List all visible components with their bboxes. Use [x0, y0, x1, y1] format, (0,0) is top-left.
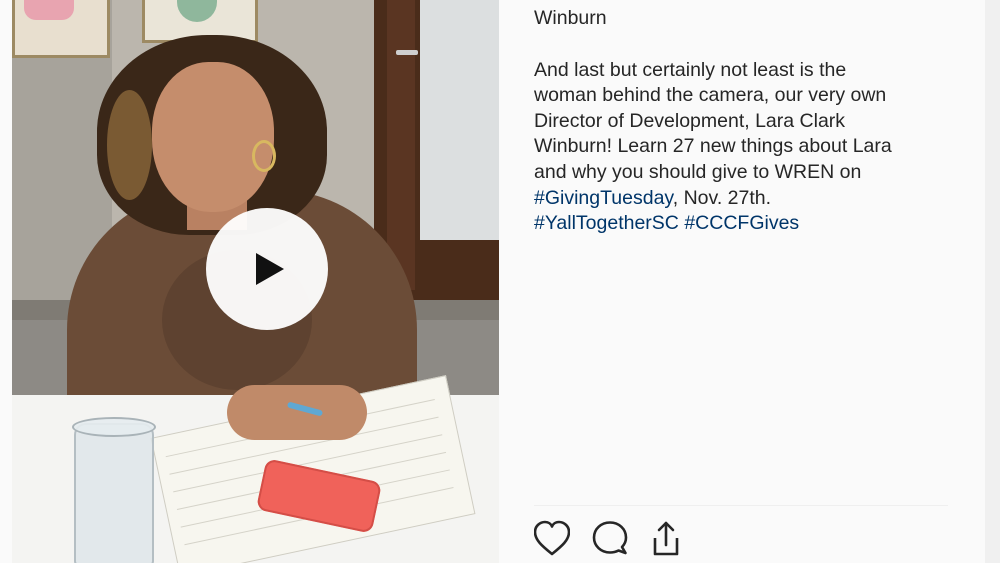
caption-line: #GivingTuesday, Nov. 27th.: [534, 186, 974, 212]
person-earring: [252, 140, 276, 172]
caption-line: woman behind the camera, our very own: [534, 84, 887, 107]
caption-text: , Nov. 27th.: [672, 186, 772, 209]
caption-line: And last but certainly not least is the: [534, 58, 847, 81]
like-button[interactable]: [534, 520, 570, 560]
comment-button[interactable]: [592, 520, 628, 560]
caption-line: Winburn: [534, 7, 607, 29]
drinking-glass-rim: [72, 417, 156, 437]
post-caption: Winburn And last but certainly not least…: [534, 0, 974, 237]
share-button[interactable]: [648, 520, 684, 560]
play-icon: [256, 253, 284, 285]
post-actions: [534, 520, 734, 560]
section-divider: [534, 505, 948, 506]
person-hands: [227, 385, 367, 440]
left-margin: [0, 0, 12, 563]
heart-icon: [534, 520, 570, 556]
caption-line: Director of Development, Lara Clark: [534, 109, 846, 132]
hashtag-link[interactable]: #GivingTuesday: [534, 187, 673, 209]
play-button[interactable]: [206, 208, 328, 330]
caption-line: Winburn! Learn 27 new things about Lara: [534, 135, 892, 158]
drinking-glass: [74, 423, 154, 563]
caption-line: #YallTogetherSC #CCCFGives: [534, 211, 974, 237]
hashtag-link[interactable]: #CCCFGives: [684, 212, 799, 234]
comment-icon: [592, 521, 628, 555]
person-hair-highlight: [107, 90, 152, 200]
person-face: [152, 62, 274, 212]
caption-line: and why you should give to WREN on: [534, 160, 862, 183]
video-player[interactable]: [12, 0, 499, 563]
hashtag-link[interactable]: #YallTogetherSC: [534, 212, 679, 234]
door-panel: [387, 0, 415, 290]
door-handle: [396, 50, 418, 55]
share-icon: [653, 521, 679, 556]
right-margin: [985, 0, 1000, 563]
wall-art-left-figure: [24, 0, 74, 20]
door-window: [420, 0, 499, 240]
